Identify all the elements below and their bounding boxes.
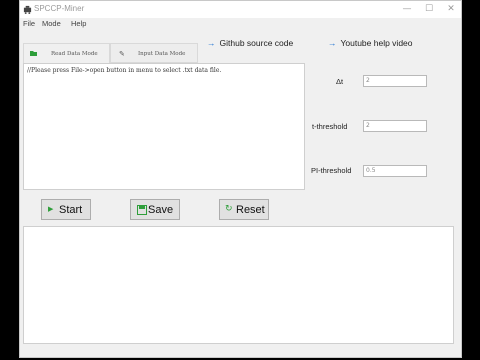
youtube-link[interactable]: → Youtube help video bbox=[328, 38, 413, 48]
reset-button[interactable]: ↻ Reset bbox=[219, 199, 269, 220]
save-button-label: Save bbox=[148, 204, 174, 216]
reset-button-label: Reset bbox=[236, 204, 265, 216]
tab-read-data-label: Read Data Mode bbox=[51, 51, 98, 57]
save-button[interactable]: Save bbox=[130, 199, 180, 220]
play-icon: ▶ bbox=[48, 206, 54, 213]
tab-input-data-label: Input Data Mode bbox=[138, 51, 186, 57]
pencil-icon: ✎ bbox=[119, 50, 125, 58]
github-link[interactable]: → Github source code bbox=[207, 38, 293, 48]
tab-read-data-mode[interactable]: Read Data Mode bbox=[23, 43, 110, 63]
pi-threshold-label: PI-threshold bbox=[311, 166, 352, 175]
close-button[interactable]: ✕ bbox=[444, 3, 458, 15]
save-icon bbox=[137, 205, 147, 215]
open-file-icon bbox=[30, 51, 37, 56]
start-button-label: Start bbox=[59, 204, 83, 216]
data-hint-text: //Please press File->open button in menu… bbox=[27, 67, 222, 74]
delta-t-input[interactable]: 2 bbox=[363, 75, 427, 87]
t-threshold-label: t-threshold bbox=[312, 122, 348, 131]
menu-help[interactable]: Help bbox=[71, 19, 86, 28]
app-icon bbox=[23, 5, 32, 14]
start-button[interactable]: ▶ Start bbox=[41, 199, 91, 220]
screen-background: SPCCP-Miner — ☐ ✕ File Mode Help Read Da… bbox=[0, 0, 480, 360]
app-window: SPCCP-Miner — ☐ ✕ File Mode Help Read Da… bbox=[19, 0, 462, 358]
window-title: SPCCP-Miner bbox=[34, 4, 85, 13]
maximize-button[interactable]: ☐ bbox=[422, 3, 436, 15]
arrow-right-icon: → bbox=[328, 38, 337, 48]
menu-mode[interactable]: Mode bbox=[42, 19, 61, 28]
refresh-icon: ↻ bbox=[225, 204, 233, 214]
data-text-area[interactable]: //Please press File->open button in menu… bbox=[23, 63, 305, 190]
output-text-area[interactable] bbox=[23, 226, 454, 344]
pi-threshold-input[interactable]: 0.5 bbox=[363, 165, 427, 177]
arrow-right-icon: → bbox=[207, 38, 216, 48]
minimize-button[interactable]: — bbox=[400, 3, 414, 15]
youtube-link-label: Youtube help video bbox=[340, 38, 413, 48]
menu-file[interactable]: File bbox=[23, 19, 35, 28]
delta-t-label: Δt bbox=[336, 77, 344, 86]
github-link-label: Github source code bbox=[219, 38, 294, 48]
menu-bar: File Mode Help bbox=[20, 18, 461, 31]
title-bar: SPCCP-Miner — ☐ ✕ bbox=[20, 1, 461, 18]
tab-input-data-mode[interactable]: ✎ Input Data Mode bbox=[110, 43, 198, 63]
t-threshold-input[interactable]: 2 bbox=[363, 120, 427, 132]
